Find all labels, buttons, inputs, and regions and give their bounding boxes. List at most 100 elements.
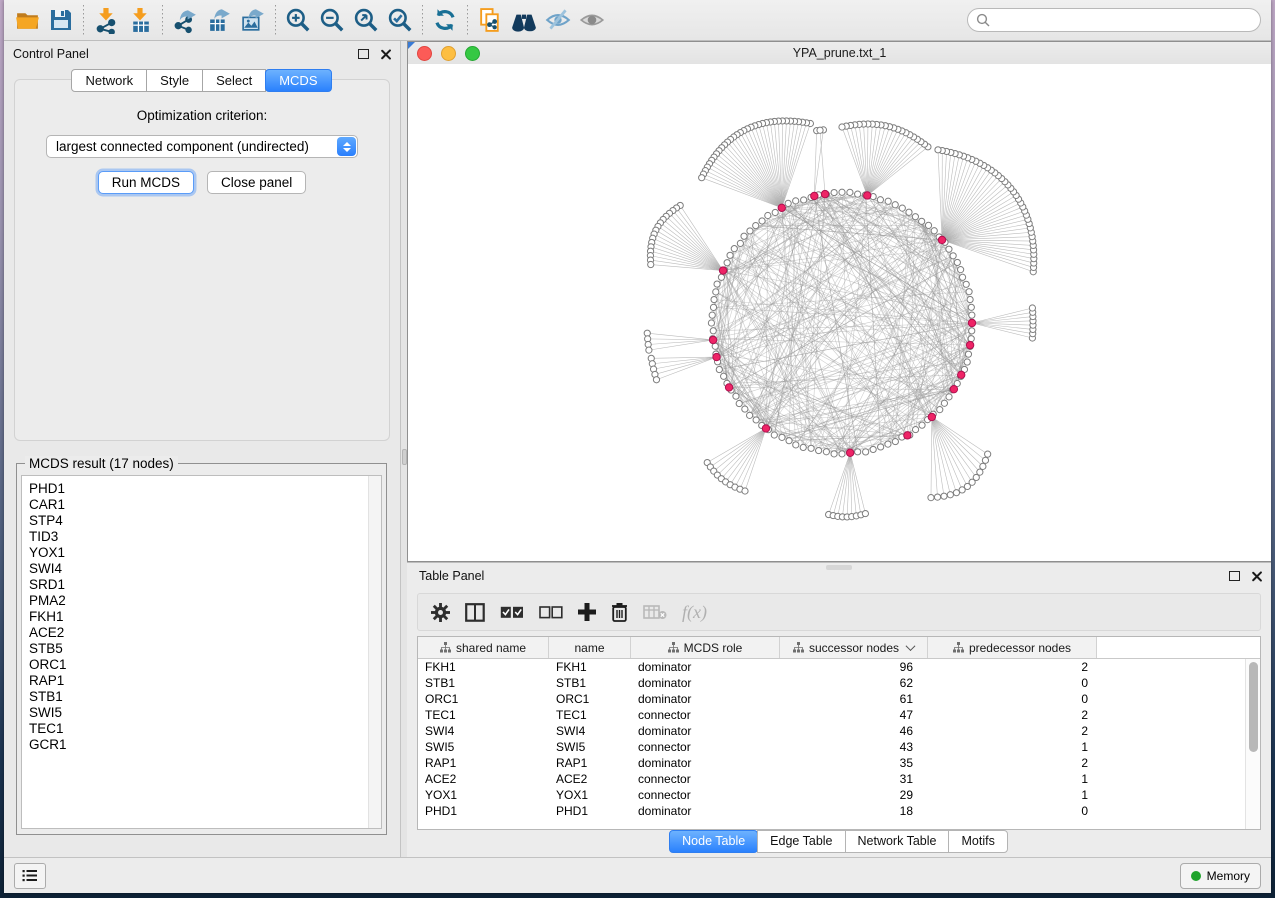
column-header-predecessor-nodes[interactable]: predecessor nodes (928, 637, 1097, 658)
task-history-button[interactable] (14, 863, 46, 889)
column-header-name[interactable]: name (549, 637, 631, 658)
zoom-selected-button[interactable] (383, 3, 417, 37)
column-header-successor-nodes[interactable]: successor nodes (780, 637, 928, 658)
table-row[interactable]: RAP1RAP1dominator352 (418, 755, 1260, 771)
mcds-result-item[interactable]: STP4 (29, 513, 381, 529)
toolbar-separator (422, 5, 423, 35)
toolbar-separator (83, 5, 84, 35)
search-input[interactable] (995, 10, 1260, 30)
select-all-button[interactable] (500, 606, 524, 619)
splitter-grip[interactable] (402, 449, 407, 465)
mcds-panel: Optimization criterion: largest connecte… (14, 79, 390, 441)
attribute-type-icon (440, 642, 451, 653)
tab-edge-table[interactable]: Edge Table (757, 830, 845, 853)
close-panel-button[interactable]: Close panel (207, 171, 306, 194)
cell-shared-name: RAP1 (418, 756, 549, 770)
import-table-button[interactable] (123, 3, 157, 37)
network-title-bar[interactable]: YPA_prune.txt_1 (408, 42, 1271, 65)
memory-status-icon (1191, 871, 1201, 881)
export-network-button[interactable] (168, 3, 202, 37)
mcds-result-item[interactable]: PMA2 (29, 593, 381, 609)
table-row[interactable]: PHD1PHD1dominator180 (418, 803, 1260, 819)
tab-network-table[interactable]: Network Table (845, 830, 950, 853)
mcds-result-item[interactable]: SRD1 (29, 577, 381, 593)
mcds-result-scrollbar[interactable] (368, 476, 381, 828)
mcds-result-item[interactable]: STB5 (29, 641, 381, 657)
main-area: Control Panel NetworkStyleSelectMCDS Opt… (4, 41, 1271, 857)
column-browser-button[interactable] (465, 603, 485, 622)
import-table-icon (127, 7, 154, 34)
mcds-result-item[interactable]: TID3 (29, 529, 381, 545)
first-neighbors-button[interactable] (507, 3, 541, 37)
run-mcds-button[interactable]: Run MCDS (98, 171, 194, 194)
close-panel-icon[interactable] (380, 49, 391, 60)
table-panel-grip[interactable] (826, 565, 852, 570)
mcds-result-item[interactable]: FKH1 (29, 609, 381, 625)
network-graph[interactable] (408, 64, 1268, 561)
column-header-MCDS-role[interactable]: MCDS role (631, 637, 780, 658)
zoom-in-button[interactable] (281, 3, 315, 37)
delete-table-button[interactable] (643, 604, 667, 620)
network-canvas[interactable] (408, 64, 1271, 561)
memory-button[interactable]: Memory (1180, 863, 1261, 889)
table-row[interactable]: STB1STB1dominator620 (418, 675, 1260, 691)
zoom-fit-button[interactable] (349, 3, 383, 37)
share-document-button[interactable] (473, 3, 507, 37)
import-network-button[interactable] (89, 3, 123, 37)
optimization-select[interactable]: largest connected component (undirected) (46, 135, 358, 158)
mcds-result-item[interactable]: YOX1 (29, 545, 381, 561)
show-graphics-details-button[interactable] (575, 3, 609, 37)
function-builder-button[interactable]: f(x) (682, 602, 707, 623)
mcds-result-item[interactable]: ORC1 (29, 657, 381, 673)
mcds-result-item[interactable]: SWI5 (29, 705, 381, 721)
export-table-button[interactable] (202, 3, 236, 37)
add-column-button[interactable] (578, 603, 596, 621)
mcds-result-item[interactable]: RAP1 (29, 673, 381, 689)
tab-select[interactable]: Select (202, 69, 266, 92)
hide-graphics-details-button[interactable] (541, 3, 575, 37)
cell-shared-name: FKH1 (418, 660, 549, 674)
table-scrollbar[interactable] (1245, 659, 1260, 829)
refresh-button[interactable] (428, 3, 462, 37)
trash-icon (611, 602, 628, 622)
export-image-button[interactable] (236, 3, 270, 37)
mcds-result-item[interactable]: GCR1 (29, 737, 381, 753)
open-session-button[interactable] (10, 3, 44, 37)
table-row[interactable]: ORC1ORC1dominator610 (418, 691, 1260, 707)
table-scrollbar-thumb[interactable] (1249, 662, 1258, 752)
mcds-result-list[interactable]: PHD1CAR1STP4TID3YOX1SWI4SRD1PMA2FKH1ACE2… (21, 475, 382, 829)
table-row[interactable]: ACE2ACE2connector311 (418, 771, 1260, 787)
table-row[interactable]: YOX1YOX1connector291 (418, 787, 1260, 803)
mcds-result-item[interactable]: CAR1 (29, 497, 381, 513)
tab-node-table[interactable]: Node Table (669, 830, 758, 853)
table-tabs: Node TableEdge TableNetwork TableMotifs (407, 830, 1271, 851)
mcds-result-item[interactable]: ACE2 (29, 625, 381, 641)
zoom-out-button[interactable] (315, 3, 349, 37)
table-row[interactable]: SWI5SWI5connector431 (418, 739, 1260, 755)
mcds-result-item[interactable]: STB1 (29, 689, 381, 705)
tab-network[interactable]: Network (71, 69, 147, 92)
plus-icon (578, 603, 596, 621)
table-row[interactable]: FKH1FKH1dominator962 (418, 659, 1260, 675)
cell-successor-nodes: 46 (780, 724, 928, 738)
mcds-result-item[interactable]: SWI4 (29, 561, 381, 577)
mcds-result-item[interactable]: PHD1 (29, 481, 381, 497)
delete-column-button[interactable] (611, 602, 628, 622)
save-session-button[interactable] (44, 3, 78, 37)
tab-mcds[interactable]: MCDS (265, 69, 331, 92)
deselect-all-button[interactable] (539, 606, 563, 619)
mcds-result-item[interactable]: TEC1 (29, 721, 381, 737)
table-row[interactable]: SWI4SWI4dominator462 (418, 723, 1260, 739)
close-panel-icon[interactable] (1251, 571, 1262, 582)
network-title: YPA_prune.txt_1 (408, 46, 1271, 60)
float-panel-icon[interactable] (358, 49, 369, 59)
table-row[interactable]: TEC1TEC1connector472 (418, 707, 1260, 723)
tab-motifs[interactable]: Motifs (948, 830, 1007, 853)
float-panel-icon[interactable] (1229, 571, 1240, 581)
optimization-label: Optimization criterion: (15, 108, 389, 123)
table-settings-button[interactable] (431, 603, 450, 622)
dropdown-stepper-icon (337, 137, 356, 156)
tab-style[interactable]: Style (146, 69, 203, 92)
cell-shared-name: ACE2 (418, 772, 549, 786)
column-header-shared-name[interactable]: shared name (418, 637, 549, 658)
